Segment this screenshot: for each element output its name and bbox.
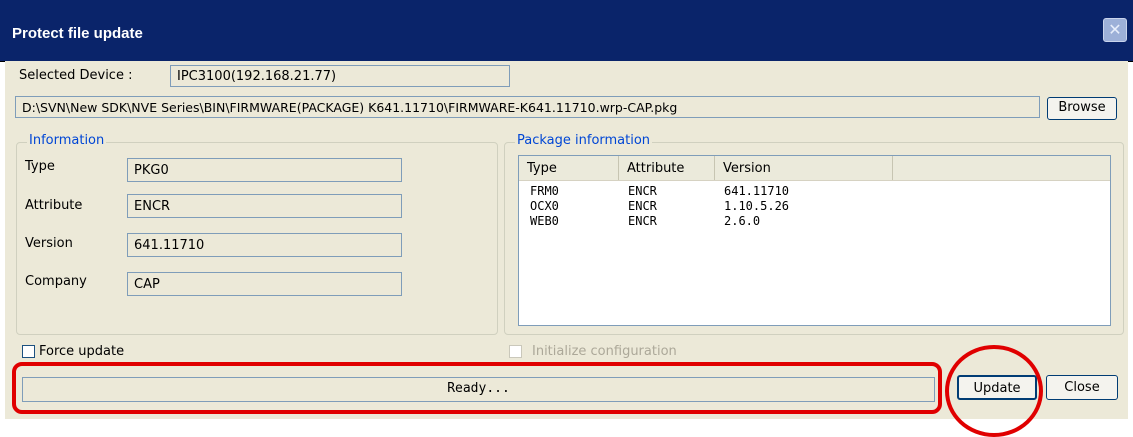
title-bar: Protect file update ✕ [0, 0, 1133, 62]
initialize-configuration-checkbox [509, 345, 522, 358]
list-cell: ENCR [628, 199, 657, 213]
force-update-checkbox[interactable] [22, 345, 35, 358]
list-cell: ENCR [628, 214, 657, 228]
update-highlight-annotation [945, 345, 1043, 437]
list-cell: 2.6.0 [724, 214, 761, 228]
company-field: CAP [127, 272, 402, 296]
close-button[interactable]: Close [1046, 375, 1118, 400]
type-field: PKG0 [127, 158, 402, 182]
firmware-path-field[interactable]: D:\SVN\New SDK\NVE Series\BIN\FIRMWARE(P… [15, 96, 1040, 118]
version-label: Version [25, 236, 73, 251]
selected-device-field: IPC3100(192.168.21.77) [170, 65, 510, 87]
list-cell: ENCR [628, 184, 657, 198]
force-update-label[interactable]: Force update [39, 344, 124, 359]
column-header-type[interactable]: Type [519, 156, 619, 180]
package-list-header: Type Attribute Version [519, 156, 1110, 181]
list-cell: 641.11710 [724, 184, 790, 198]
list-cell[interactable]: OCX0 [530, 199, 559, 213]
package-list-view[interactable]: Type Attribute Version FRM0 ENCR 641.117… [518, 155, 1111, 326]
attribute-label: Attribute [25, 198, 83, 213]
list-cell[interactable]: FRM0 [530, 184, 559, 198]
initialize-configuration-label: Initialize configuration [532, 344, 677, 359]
attribute-field: ENCR [127, 194, 402, 218]
company-label: Company [25, 274, 87, 289]
selected-device-label: Selected Device : [19, 68, 133, 83]
status-highlight-annotation [12, 362, 942, 414]
column-header-attribute[interactable]: Attribute [619, 156, 715, 180]
window-close-icon[interactable]: ✕ [1103, 18, 1127, 42]
package-information-legend: Package information [515, 133, 653, 148]
list-cell[interactable]: WEB0 [530, 214, 559, 228]
browse-button[interactable]: Browse [1047, 97, 1117, 120]
type-label: Type [25, 159, 55, 174]
protect-file-update-dialog: Protect file update ✕ Selected Device : … [0, 0, 1133, 437]
window-title: Protect file update [12, 25, 143, 42]
list-cell: 1.10.5.26 [724, 199, 790, 213]
information-legend: Information [27, 133, 107, 148]
column-header-version[interactable]: Version [715, 156, 893, 180]
version-field: 641.11710 [127, 233, 402, 257]
